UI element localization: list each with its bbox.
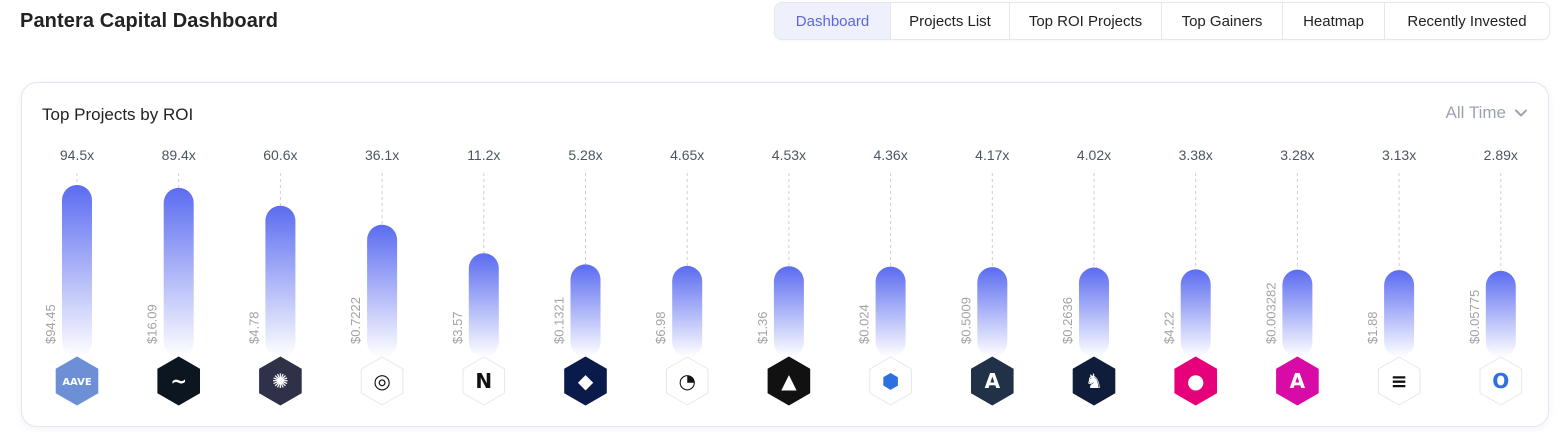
page-title: Pantera Capital Dashboard: [20, 10, 279, 32]
price-label: $0.7222: [348, 297, 363, 344]
price-label: $0.05775: [1467, 290, 1482, 344]
roi-value-label: 3.38x: [1179, 147, 1213, 163]
roi-bar-chart: 94.5x $94.45 AAVE 89.4x $16.09 ~60.6x $4.78 ✺ 36…: [43, 147, 1523, 406]
svg-text:⬢: ⬢: [882, 369, 899, 393]
price-label: $4.78: [246, 311, 261, 344]
bar: [773, 266, 804, 357]
bar: [62, 185, 92, 357]
roi-value-label: 4.02x: [1077, 147, 1111, 163]
roi-value-label: 4.36x: [873, 147, 907, 163]
tab-recently-invested[interactable]: Recently Invested: [1385, 3, 1549, 39]
near-icon: N: [462, 356, 506, 406]
svg-text:A: A: [985, 369, 1001, 393]
bar: [163, 187, 194, 357]
stack-icon: ≡: [1377, 356, 1421, 406]
nav-tabs: Dashboard Projects List Top ROI Projects…: [774, 2, 1550, 40]
svg-text:AAVE: AAVE: [62, 377, 92, 388]
roi-value-label: 4.17x: [975, 147, 1009, 163]
roi-value-label: 11.2x: [467, 147, 500, 163]
price-label: $6.98: [653, 311, 668, 344]
ankr-icon: ⬢: [869, 356, 912, 406]
roi-value-label: 3.28x: [1280, 147, 1314, 163]
roi-value-label: 94.5x: [60, 147, 94, 163]
roi-value-label: 60.6x: [263, 147, 297, 163]
oasis-icon: O: [1479, 356, 1523, 406]
price-label: $1.36: [755, 311, 770, 344]
svg-text:●: ●: [1187, 369, 1204, 393]
price-label: $0.1321: [552, 297, 567, 344]
svg-text:◎: ◎: [373, 369, 390, 393]
price-label: $0.5009: [958, 297, 973, 344]
bar: [1079, 267, 1109, 357]
bar: [1384, 270, 1415, 357]
price-label: $1.88: [1365, 311, 1380, 344]
bar: [977, 267, 1008, 357]
bar: [570, 264, 601, 357]
svg-text:▲: ▲: [781, 369, 797, 393]
sui-wave-icon: ◎: [360, 356, 404, 406]
roi-value-label: 4.65x: [670, 147, 704, 163]
aave-icon: AAVE: [55, 356, 99, 406]
1inch-icon: ♞: [1072, 356, 1116, 406]
price-label: $0.003282: [1263, 283, 1278, 344]
roi-value-label: 3.13x: [1382, 147, 1416, 163]
price-label: $4.22: [1162, 311, 1177, 344]
roi-value-label: 2.89x: [1484, 147, 1518, 163]
bar: [468, 253, 499, 357]
svg-text:A: A: [1290, 369, 1306, 393]
svg-text:≡: ≡: [1391, 369, 1408, 393]
svg-text:♞: ♞: [1085, 369, 1103, 393]
injective-icon: ~: [157, 356, 200, 406]
amp-icon: A: [1276, 356, 1319, 406]
price-label: $0.024: [857, 304, 872, 344]
svg-text:~: ~: [170, 369, 187, 393]
polkadot-icon: ●: [1174, 356, 1217, 406]
bar: [265, 205, 296, 357]
bar: [1180, 269, 1211, 357]
price-label: $0.2636: [1060, 297, 1075, 344]
svg-text:✺: ✺: [272, 369, 289, 393]
tab-top-roi-projects[interactable]: Top ROI Projects: [1010, 3, 1162, 39]
cosmos-icon: ✺: [259, 356, 302, 406]
bar: [672, 265, 703, 357]
svg-text:N: N: [475, 369, 492, 393]
roi-value-label: 36.1x: [365, 147, 399, 163]
svg-text:◔: ◔: [678, 369, 695, 393]
bar: [367, 224, 398, 357]
roi-value-label: 89.4x: [162, 147, 196, 163]
tab-projects-list[interactable]: Projects List: [891, 3, 1010, 39]
price-label: $3.57: [450, 311, 465, 344]
bar: [1282, 269, 1313, 357]
ring-icon: ◔: [665, 356, 709, 406]
bar: [1485, 270, 1516, 357]
crystal-icon: ◆: [564, 356, 607, 406]
svg-text:◆: ◆: [578, 369, 594, 393]
price-label: $16.09: [145, 304, 160, 344]
top-projects-card: Top Projects by ROI All Time 94.5x $94.45…: [21, 82, 1549, 427]
triangle-icon: ▲: [767, 356, 811, 406]
price-label: $94.45: [43, 304, 58, 344]
arbitrum-icon: A: [970, 356, 1014, 406]
tab-dashboard[interactable]: Dashboard: [775, 3, 891, 39]
svg-text:O: O: [1492, 369, 1509, 393]
roi-value-label: 5.28x: [568, 147, 602, 163]
bar: [875, 266, 906, 357]
roi-value-label: 4.53x: [772, 147, 806, 163]
tab-top-gainers[interactable]: Top Gainers: [1162, 3, 1283, 39]
tab-heatmap[interactable]: Heatmap: [1283, 3, 1385, 39]
